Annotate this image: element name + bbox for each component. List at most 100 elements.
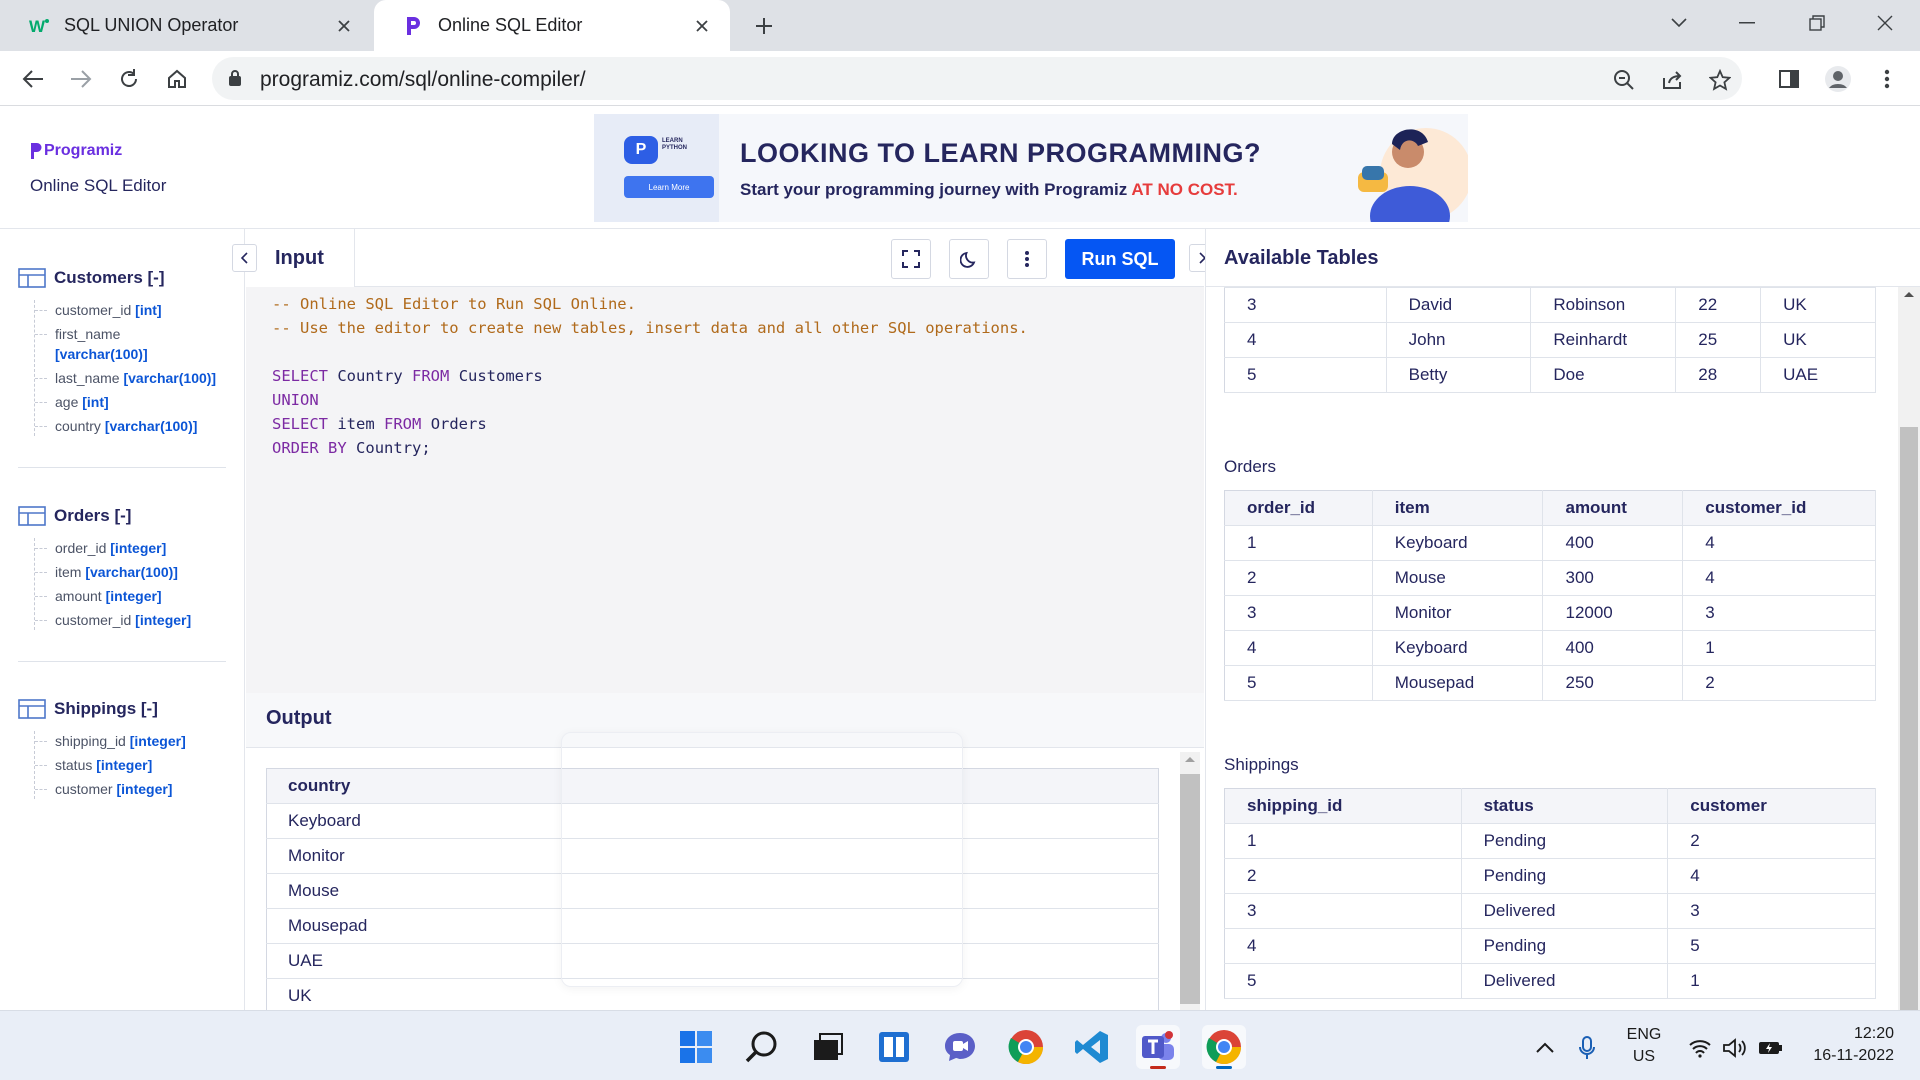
- chevron-left-icon: [240, 252, 248, 264]
- scroll-up-arrow-icon: [1904, 292, 1914, 297]
- home-icon[interactable]: [160, 62, 194, 96]
- tab-search-chevron-icon[interactable]: [1656, 8, 1702, 38]
- field-type: [int]: [135, 302, 162, 318]
- teams-icon[interactable]: [1136, 1025, 1180, 1069]
- collapse-sidebar-button[interactable]: [232, 244, 257, 272]
- table-cell: 5: [1667, 928, 1876, 964]
- table-row: 2 Pending 4: [1224, 858, 1876, 894]
- kebab-menu-icon: [1025, 251, 1029, 267]
- field-name: country: [55, 418, 101, 434]
- browser-menu-icon[interactable]: [1870, 62, 1904, 96]
- tab-input[interactable]: Input: [258, 229, 354, 287]
- available-tables-header: Available Tables: [1205, 229, 1920, 287]
- minimize-icon[interactable]: [1724, 8, 1770, 38]
- clock[interactable]: 12:20 16-11-2022: [1800, 1023, 1910, 1067]
- table-cell: 4: [1682, 525, 1876, 561]
- table-cell: 5: [1224, 665, 1373, 701]
- field-name: shipping_id: [55, 733, 126, 749]
- column-header: order_id: [1224, 490, 1373, 526]
- more-options-button[interactable]: [1007, 239, 1047, 279]
- field-name: customer_id: [55, 302, 132, 318]
- sql-token: Orders: [430, 415, 487, 433]
- restore-icon[interactable]: [1794, 8, 1840, 38]
- scrollbar-thumb[interactable]: [1180, 774, 1200, 1004]
- bookmark-star-icon[interactable]: [1706, 66, 1734, 94]
- chrome-active-icon[interactable]: [1202, 1025, 1246, 1069]
- teams-chat-icon[interactable]: [938, 1025, 982, 1069]
- schema-field: age [int]: [35, 392, 228, 412]
- windows-start-icon[interactable]: [674, 1025, 718, 1069]
- schema-fields: customer_id [int] first_name [varchar(100…: [34, 300, 228, 436]
- table-cell: 1: [1667, 963, 1876, 999]
- sql-keyword: BY: [328, 439, 347, 457]
- scrollbar-thumb[interactable]: [1900, 427, 1918, 1010]
- dark-mode-button[interactable]: [949, 239, 989, 279]
- moon-icon: [960, 251, 976, 268]
- schema-title-customers[interactable]: Customers [-]: [18, 266, 228, 290]
- volume-icon[interactable]: [1722, 1035, 1748, 1061]
- back-arrow-icon[interactable]: [16, 62, 50, 96]
- input-language[interactable]: ENG US: [1622, 1024, 1666, 1068]
- tab-online-sql-editor[interactable]: Online SQL Editor: [374, 0, 730, 51]
- ad-learn-more-button[interactable]: Learn More: [624, 176, 714, 198]
- fullscreen-button[interactable]: [891, 239, 931, 279]
- column-header: status: [1461, 788, 1669, 824]
- vscode-icon[interactable]: [1070, 1025, 1114, 1069]
- close-tab-icon[interactable]: [330, 12, 358, 40]
- active-indicator: [1216, 1066, 1232, 1069]
- profile-avatar-icon[interactable]: [1821, 62, 1855, 96]
- table-cell: 28: [1675, 357, 1762, 393]
- code-line: UNION: [272, 388, 1204, 412]
- code-editor[interactable]: -- Online SQL Editor to Run SQL Online. …: [246, 287, 1204, 693]
- schema-title-orders[interactable]: Orders [-]: [18, 504, 228, 528]
- svg-text:W: W: [29, 17, 46, 35]
- language-region: US: [1632, 1048, 1656, 1065]
- schema-title-shippings[interactable]: Shippings [-]: [18, 697, 228, 721]
- table-cell: 12000: [1542, 595, 1684, 631]
- field-name: customer_id: [55, 612, 132, 628]
- programiz-logo[interactable]: Programiz: [30, 142, 122, 160]
- wifi-icon[interactable]: [1687, 1035, 1713, 1061]
- sql-keyword: UNION: [272, 391, 319, 409]
- battery-charging-icon[interactable]: [1757, 1035, 1783, 1061]
- task-view-icon[interactable]: [806, 1025, 850, 1069]
- sql-token: item: [337, 415, 375, 433]
- side-panel-icon[interactable]: [1772, 62, 1806, 96]
- new-tab-plus-icon[interactable]: [748, 10, 780, 42]
- address-bar[interactable]: programiz.com/sql/online-compiler/: [212, 57, 1742, 100]
- table-cell: John: [1386, 322, 1532, 358]
- editor-toolbar: Run SQL: [354, 229, 1204, 287]
- tab-sql-union[interactable]: W SQL UNION Operator: [0, 0, 372, 51]
- search-icon[interactable]: [740, 1025, 784, 1069]
- chrome-icon[interactable]: [1004, 1025, 1048, 1069]
- share-icon[interactable]: [1658, 66, 1686, 94]
- forward-arrow-icon[interactable]: [64, 62, 98, 96]
- schema-fields: shipping_id [integer] status [integer] c…: [34, 731, 228, 799]
- reload-icon[interactable]: [112, 62, 146, 96]
- output-scrollbar[interactable]: [1180, 752, 1200, 1010]
- column-header: customer: [1667, 788, 1876, 824]
- schema-field: status [integer]: [35, 755, 228, 775]
- schema-title-text: Orders [-]: [54, 506, 132, 525]
- code-line: SELECT item FROM Orders: [272, 412, 1204, 436]
- zoom-icon[interactable]: [1610, 66, 1638, 94]
- tray-chevron-up-icon[interactable]: [1532, 1035, 1558, 1061]
- url-text: programiz.com/sql/online-compiler/: [260, 68, 586, 91]
- widgets-icon[interactable]: [872, 1025, 916, 1069]
- tables-scrollbar[interactable]: [1898, 287, 1920, 1010]
- table-cell: Pending: [1461, 858, 1669, 894]
- close-tab-icon[interactable]: [688, 12, 716, 40]
- scroll-up-arrow-icon: [1185, 757, 1195, 762]
- run-sql-button[interactable]: Run SQL: [1065, 239, 1175, 279]
- table-cell: Robinson: [1530, 287, 1677, 323]
- browser-tab-strip: W SQL UNION Operator Online SQL Editor: [0, 0, 1920, 51]
- table-cell: Pending: [1461, 823, 1669, 859]
- table-cell: UK: [1760, 322, 1876, 358]
- microphone-icon[interactable]: [1574, 1035, 1600, 1061]
- close-window-icon[interactable]: [1862, 8, 1908, 38]
- ad-banner[interactable]: P LEARN PYTHON Learn More LOOKING TO LEA…: [594, 114, 1468, 222]
- table-row: 3 Delivered 3: [1224, 893, 1876, 929]
- field-name: order_id: [55, 540, 107, 556]
